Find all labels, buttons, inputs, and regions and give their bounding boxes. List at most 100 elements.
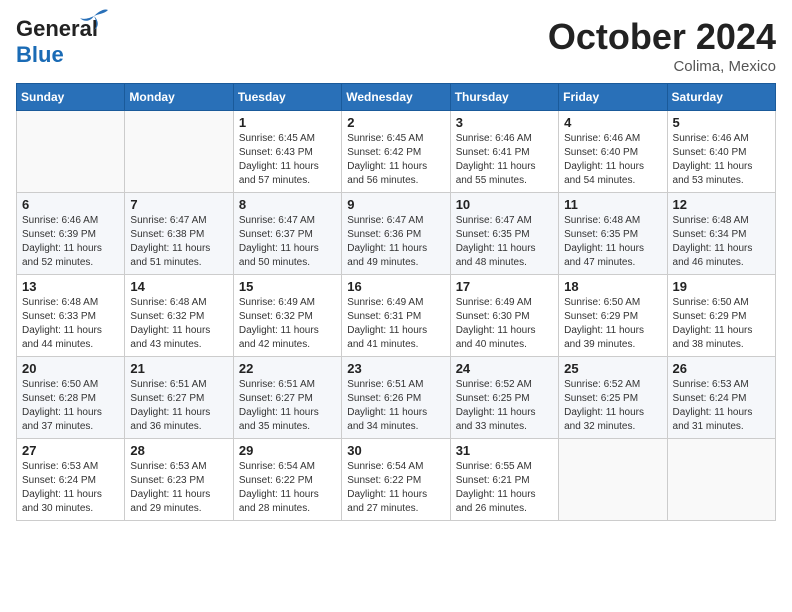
- day-number: 31: [456, 443, 553, 458]
- sunrise-text: Sunrise: 6:45 AM: [347, 133, 423, 144]
- sunset-text: Sunset: 6:21 PM: [456, 475, 530, 486]
- sunrise-text: Sunrise: 6:46 AM: [673, 133, 749, 144]
- day-info: Sunrise: 6:46 AMSunset: 6:41 PMDaylight:…: [456, 132, 553, 188]
- week-row-2: 6Sunrise: 6:46 AMSunset: 6:39 PMDaylight…: [17, 193, 776, 275]
- daylight-text: Daylight: 11 hours and 39 minutes.: [564, 325, 644, 350]
- sunrise-text: Sunrise: 6:53 AM: [130, 461, 206, 472]
- sunset-text: Sunset: 6:37 PM: [239, 229, 313, 240]
- day-number: 28: [130, 443, 227, 458]
- calendar-cell: 3Sunrise: 6:46 AMSunset: 6:41 PMDaylight…: [450, 111, 558, 193]
- day-info: Sunrise: 6:46 AM Sunset: 6:40 PM Daylight:…: [673, 132, 770, 188]
- sunrise-text: Sunrise: 6:47 AM: [130, 215, 206, 226]
- location: Colima, Mexico: [548, 58, 776, 75]
- daylight-text: Daylight: 11 hours and 27 minutes.: [347, 489, 427, 514]
- calendar-cell: 21Sunrise: 6:51 AMSunset: 6:27 PMDayligh…: [125, 357, 233, 439]
- header-tuesday: Tuesday: [233, 84, 341, 111]
- day-number: 1: [239, 115, 336, 130]
- day-info: Sunrise: 6:53 AM Sunset: 6:24 PM Daylight:…: [22, 460, 119, 516]
- day-info: Sunrise: 6:48 AMSunset: 6:33 PMDaylight:…: [22, 296, 119, 352]
- day-info: Sunrise: 6:47 AMSunset: 6:37 PMDaylight:…: [239, 214, 336, 270]
- sunset-text: Sunset: 6:35 PM: [456, 229, 530, 240]
- day-info: Sunrise: 6:52 AMSunset: 6:25 PMDaylight:…: [564, 378, 661, 434]
- week-row-4: 20Sunrise: 6:50 AMSunset: 6:28 PMDayligh…: [17, 357, 776, 439]
- sunrise-text: Sunrise: 6:48 AM: [673, 215, 749, 226]
- daylight-text: Daylight: 11 hours and 54 minutes.: [564, 161, 644, 186]
- sunrise-text: Sunrise: 6:45 AM: [239, 133, 315, 144]
- calendar-cell: 9Sunrise: 6:47 AMSunset: 6:36 PMDaylight…: [342, 193, 450, 275]
- daylight-text: Daylight: 11 hours and 36 minutes.: [130, 407, 210, 432]
- sunrise-text: Sunrise: 6:50 AM: [673, 297, 749, 308]
- day-number: 26: [673, 361, 770, 376]
- bird-icon: [80, 8, 112, 30]
- daylight-text: Daylight: 11 hours and 26 minutes.: [456, 489, 536, 514]
- calendar-cell: [667, 439, 775, 521]
- sunset-text: Sunset: 6:41 PM: [456, 147, 530, 158]
- day-info: Sunrise: 6:45 AMSunset: 6:43 PMDaylight:…: [239, 132, 336, 188]
- daylight-text: Daylight: 11 hours and 30 minutes.: [22, 489, 102, 514]
- logo-image: General Blue: [16, 16, 98, 68]
- daylight-text: Daylight: 11 hours and 43 minutes.: [130, 325, 210, 350]
- sunrise-text: Sunrise: 6:49 AM: [347, 297, 423, 308]
- day-number: 30: [347, 443, 444, 458]
- sunrise-text: Sunrise: 6:52 AM: [564, 379, 640, 390]
- sunset-text: Sunset: 6:26 PM: [347, 393, 421, 404]
- sunset-text: Sunset: 6:30 PM: [456, 311, 530, 322]
- sunset-text: Sunset: 6:40 PM: [673, 147, 747, 158]
- daylight-text: Daylight: 11 hours and 37 minutes.: [22, 407, 102, 432]
- day-info: Sunrise: 6:53 AMSunset: 6:23 PMDaylight:…: [130, 460, 227, 516]
- sunrise-text: Sunrise: 6:47 AM: [456, 215, 532, 226]
- logo: General Blue: [16, 16, 98, 68]
- sunset-text: Sunset: 6:24 PM: [22, 475, 96, 486]
- header-friday: Friday: [559, 84, 667, 111]
- daylight-text: Daylight: 11 hours and 33 minutes.: [456, 407, 536, 432]
- daylight-text: Daylight: 11 hours and 42 minutes.: [239, 325, 319, 350]
- sunset-text: Sunset: 6:27 PM: [239, 393, 313, 404]
- calendar-cell: 1Sunrise: 6:45 AMSunset: 6:43 PMDaylight…: [233, 111, 341, 193]
- day-info: Sunrise: 6:49 AMSunset: 6:31 PMDaylight:…: [347, 296, 444, 352]
- daylight-text: Daylight: 11 hours and 49 minutes.: [347, 243, 427, 268]
- day-number: 12: [673, 197, 770, 212]
- sunset-text: Sunset: 6:28 PM: [22, 393, 96, 404]
- sunset-text: Sunset: 6:39 PM: [22, 229, 96, 240]
- sunset-text: Sunset: 6:25 PM: [456, 393, 530, 404]
- sunrise-text: Sunrise: 6:51 AM: [347, 379, 423, 390]
- day-number: 24: [456, 361, 553, 376]
- sunrise-text: Sunrise: 6:46 AM: [456, 133, 532, 144]
- sunset-text: Sunset: 6:32 PM: [130, 311, 204, 322]
- sunrise-text: Sunrise: 6:47 AM: [347, 215, 423, 226]
- daylight-text: Daylight: 11 hours and 50 minutes.: [239, 243, 319, 268]
- sunrise-text: Sunrise: 6:49 AM: [456, 297, 532, 308]
- month-title: October 2024: [548, 16, 776, 58]
- week-row-3: 13Sunrise: 6:48 AMSunset: 6:33 PMDayligh…: [17, 275, 776, 357]
- daylight-text: Daylight: 11 hours and 44 minutes.: [22, 325, 102, 350]
- day-info: Sunrise: 6:45 AMSunset: 6:42 PMDaylight:…: [347, 132, 444, 188]
- calendar-cell: 6Sunrise: 6:46 AMSunset: 6:39 PMDaylight…: [17, 193, 125, 275]
- calendar-cell: 30Sunrise: 6:54 AMSunset: 6:22 PMDayligh…: [342, 439, 450, 521]
- calendar-cell: 27Sunrise: 6:53 AMSunset: 6:24 PMDayligh…: [17, 439, 125, 521]
- day-number: 2: [347, 115, 444, 130]
- page-header: General Blue October 2024 Colima, Mexico: [16, 16, 776, 75]
- daylight-text: Daylight: 11 hours and 40 minutes.: [456, 325, 536, 350]
- sunset-text: Sunset: 6:43 PM: [239, 147, 313, 158]
- calendar-cell: 11Sunrise: 6:48 AMSunset: 6:35 PMDayligh…: [559, 193, 667, 275]
- day-number: 18: [564, 279, 661, 294]
- sunset-text: Sunset: 6:35 PM: [564, 229, 638, 240]
- sunset-text: Sunset: 6:29 PM: [564, 311, 638, 322]
- sunrise-text: Sunrise: 6:51 AM: [130, 379, 206, 390]
- calendar-cell: [559, 439, 667, 521]
- header-wednesday: Wednesday: [342, 84, 450, 111]
- sunrise-text: Sunrise: 6:53 AM: [22, 461, 98, 472]
- day-number: 23: [347, 361, 444, 376]
- daylight-text: Daylight: 11 hours and 53 minutes.: [673, 161, 753, 186]
- header-thursday: Thursday: [450, 84, 558, 111]
- daylight-text: Daylight: 11 hours and 34 minutes.: [347, 407, 427, 432]
- calendar-cell: 10Sunrise: 6:47 AMSunset: 6:35 PMDayligh…: [450, 193, 558, 275]
- daylight-text: Daylight: 11 hours and 32 minutes.: [564, 407, 644, 432]
- sunset-text: Sunset: 6:32 PM: [239, 311, 313, 322]
- day-info: Sunrise: 6:46 AMSunset: 6:40 PMDaylight:…: [564, 132, 661, 188]
- daylight-text: Daylight: 11 hours and 52 minutes.: [22, 243, 102, 268]
- calendar-cell: 23 Sunrise: 6:51 AM Sunset: 6:26 PM Dayligh…: [342, 357, 450, 439]
- calendar-cell: 17Sunrise: 6:49 AMSunset: 6:30 PMDayligh…: [450, 275, 558, 357]
- sunrise-text: Sunrise: 6:51 AM: [239, 379, 315, 390]
- calendar-cell: 14Sunrise: 6:48 AMSunset: 6:32 PMDayligh…: [125, 275, 233, 357]
